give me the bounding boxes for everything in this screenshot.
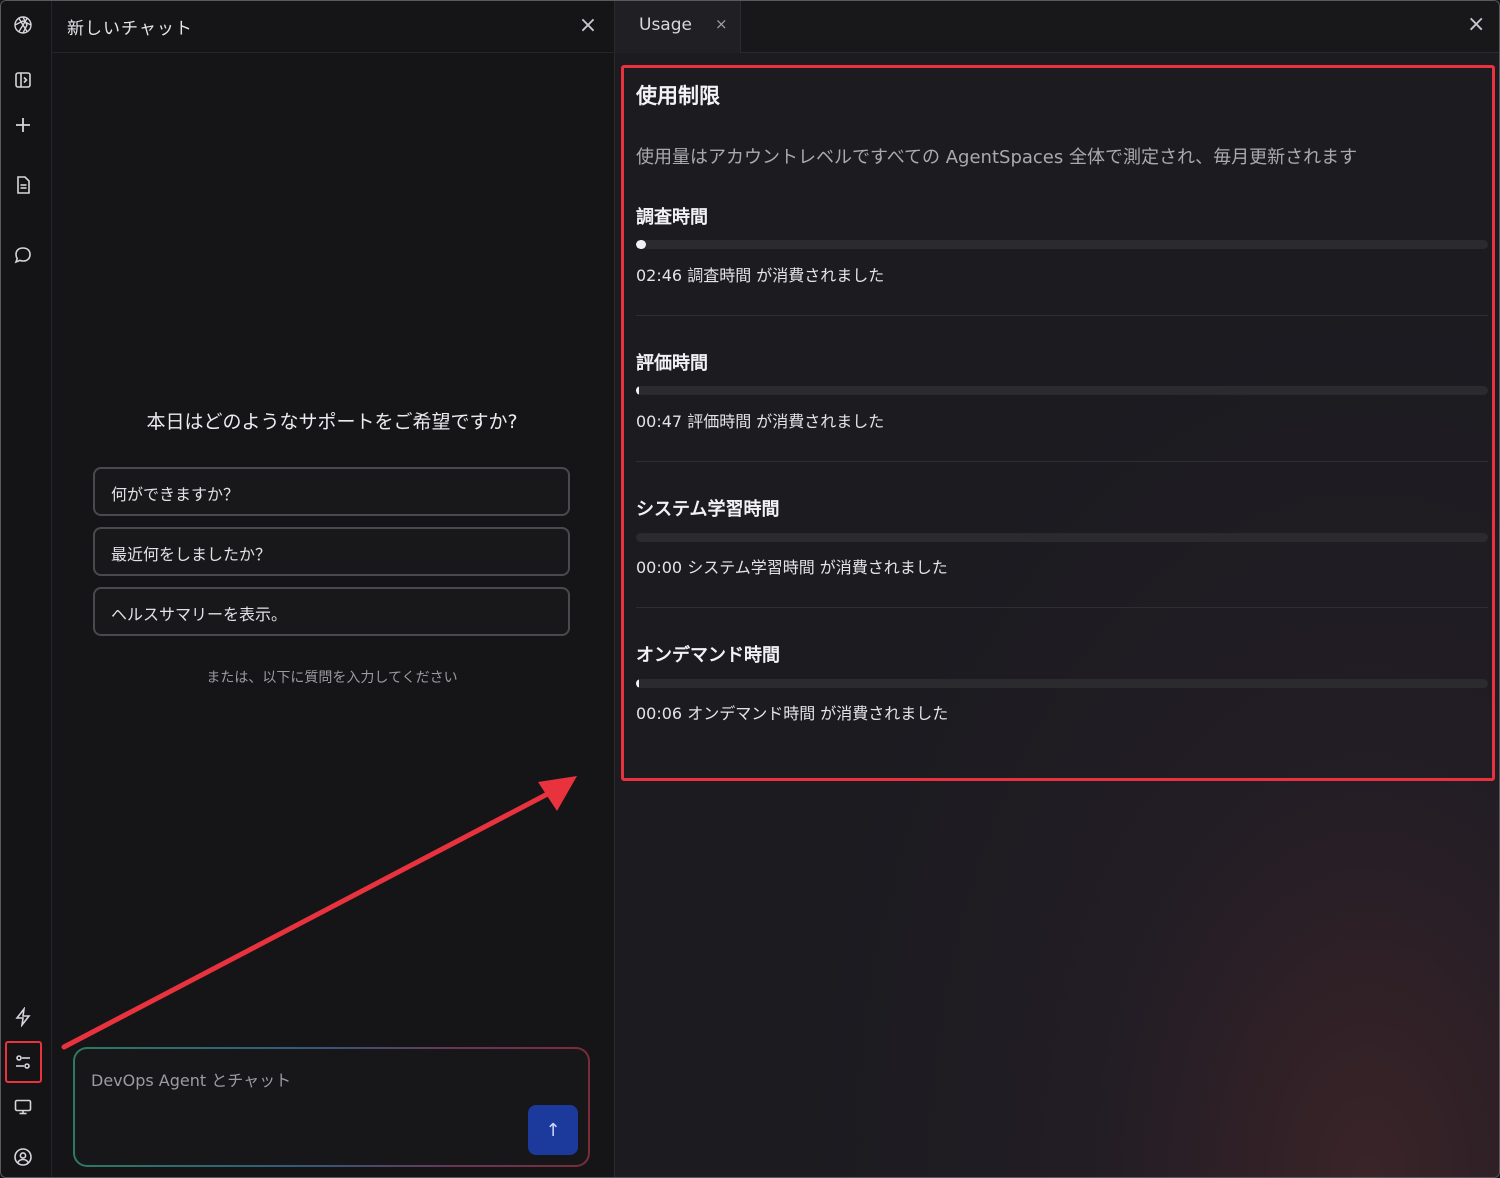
document-icon[interactable] — [8, 170, 38, 200]
chat-bubble-icon[interactable] — [8, 240, 38, 270]
close-chat-button[interactable]: × — [575, 13, 601, 39]
tab-usage[interactable]: Usage × — [615, 1, 741, 53]
tab-usage-label: Usage — [639, 15, 692, 35]
arrow-up-icon: ↑ — [545, 1119, 561, 1141]
lightning-icon[interactable] — [8, 1002, 38, 1032]
suggestion-button[interactable]: 何ができますか？ — [93, 467, 570, 516]
icon-rail — [1, 1, 52, 1177]
send-button[interactable]: ↑ — [528, 1105, 578, 1155]
close-panel-button[interactable]: × — [1467, 12, 1485, 37]
chat-input[interactable]: DevOps Agent とチャット ↑ — [75, 1049, 588, 1165]
plus-icon[interactable] — [8, 110, 38, 140]
usage-panel: Usage × × 使用制限 使用量はアカウントレベルですべての AgentSp… — [615, 1, 1499, 1177]
chat-input-placeholder: DevOps Agent とチャット — [91, 1071, 292, 1090]
chat-panel: 新しいチャット × 本日はどのようなサポートをご希望ですか? 何ができますか？ … — [52, 1, 615, 1177]
chat-header: 新しいチャット × — [52, 1, 615, 53]
user-circle-icon[interactable] — [8, 1142, 38, 1172]
greeting-text: 本日はどのようなサポートをご希望ですか? — [146, 411, 518, 433]
suggestion-button[interactable]: 最近何をしましたか？ — [93, 527, 570, 576]
app-window: 新しいチャット × 本日はどのようなサポートをご希望ですか? 何ができますか？ … — [0, 0, 1500, 1178]
usage-highlight-box — [621, 65, 1495, 781]
suggestion-button[interactable]: ヘルスサマリーを表示。 — [93, 587, 570, 636]
tab-bar: Usage × × — [615, 1, 1499, 53]
sidebar-toggle-icon[interactable] — [8, 65, 38, 95]
monitor-icon[interactable] — [8, 1092, 38, 1122]
input-hint: または、以下に質問を入力してください — [206, 670, 458, 686]
chat-input-box[interactable]: DevOps Agent とチャット ↑ — [73, 1047, 590, 1167]
chat-title: 新しいチャット — [67, 19, 193, 39]
settings-highlight-box — [5, 1041, 42, 1083]
logo-icon[interactable] — [8, 10, 38, 40]
close-tab-button[interactable]: × — [715, 15, 728, 33]
